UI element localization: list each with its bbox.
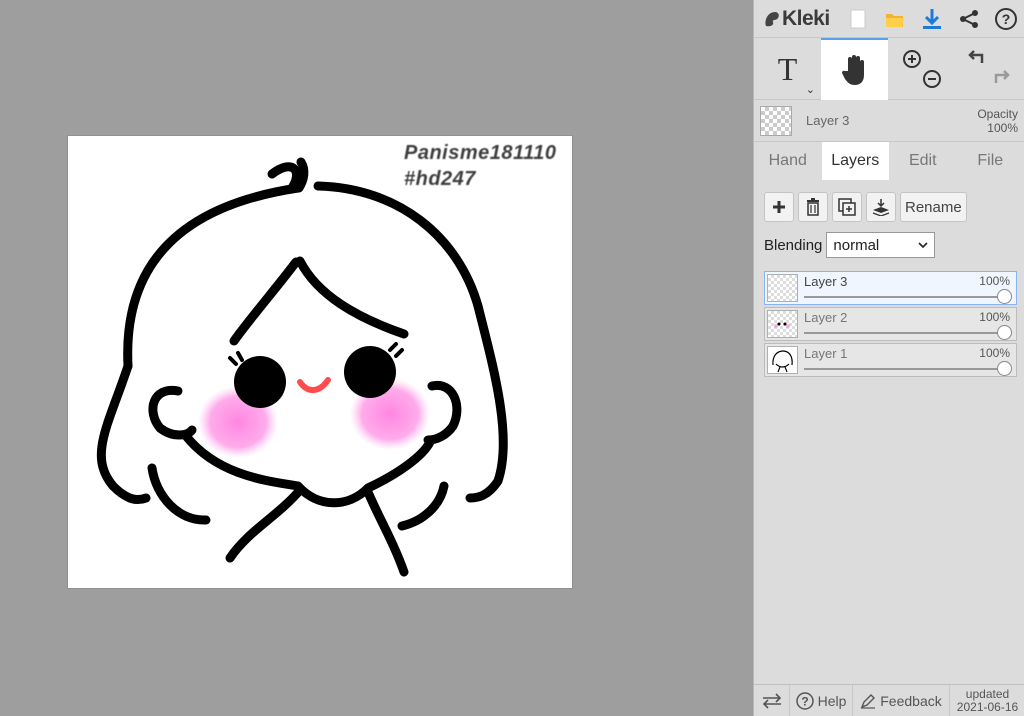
app-name: Kleki (782, 6, 830, 30)
share-icon[interactable] (950, 0, 987, 38)
chevron-down-icon[interactable]: ⌄ (806, 83, 815, 96)
layer-opacity-slider-handle[interactable] (997, 325, 1012, 340)
updated-date: 2021-06-16 (956, 699, 1019, 714)
zoom-in-icon[interactable] (902, 50, 921, 68)
current-layer-opacity: Opacity 100% (977, 107, 1018, 135)
bottom-bar: ? Help Feedback updated 2021-06-16 (754, 684, 1024, 716)
rename-layer-button[interactable]: Rename (900, 192, 967, 222)
help-button[interactable]: ? Help (790, 685, 853, 716)
opacity-label: Opacity (977, 106, 1018, 121)
blending-row: Blending normal (764, 232, 1018, 258)
layer-opacity-slider-track[interactable] (804, 368, 1008, 370)
layer-row-layer-1[interactable]: Layer 1 100% (764, 343, 1017, 377)
swap-arrows-icon (762, 692, 781, 709)
add-layer-button[interactable] (764, 192, 794, 222)
delete-layer-button[interactable] (798, 192, 828, 222)
layer-name: Layer 1 (804, 346, 848, 361)
layer-row-layer-2[interactable]: Layer 2 100% (764, 307, 1017, 341)
chevron-down-icon (918, 241, 928, 248)
layer-name: Layer 2 (804, 310, 848, 325)
top-toolbar: Kleki ? (754, 0, 1024, 38)
layer-1-thumbnail (767, 346, 798, 374)
duplicate-icon (838, 198, 856, 216)
tab-layers[interactable]: Layers (821, 142, 889, 180)
layer-opacity-slider-handle[interactable] (997, 361, 1012, 376)
text-tool-icon: T (777, 50, 798, 87)
blending-label: Blending (764, 236, 823, 254)
merge-down-button[interactable] (866, 192, 896, 222)
layer-opacity: 100% (979, 274, 1010, 288)
help-label: Help (817, 692, 847, 709)
help-circle-icon: ? (795, 691, 814, 710)
plus-icon (773, 201, 785, 213)
pencil-note-icon (860, 693, 876, 709)
merge-layers-icon (872, 199, 890, 216)
help-icon[interactable]: ? (987, 0, 1024, 38)
drawing-canvas[interactable]: Panisme181110 #hd247 (68, 136, 572, 588)
layer-row-layer-3[interactable]: Layer 3 100% (764, 271, 1017, 305)
tab-file[interactable]: File (957, 142, 1024, 180)
watermark-line-1: Panisme181110 (404, 142, 557, 164)
hand-icon (841, 55, 864, 85)
layers-pane: Rename Blending normal Layer 3 100% Laye… (754, 180, 1024, 686)
undo-icon[interactable] (967, 50, 983, 63)
zoom-out-icon[interactable] (922, 70, 941, 88)
zoom-tools (888, 38, 955, 100)
updated-info[interactable]: updated 2021-06-16 (950, 685, 1024, 716)
blending-value: normal (833, 236, 880, 254)
layer-actions: Rename (764, 192, 1018, 222)
duplicate-layer-button[interactable] (832, 192, 862, 222)
blending-select[interactable]: normal (826, 232, 936, 258)
swap-side-button[interactable] (754, 685, 790, 716)
feedback-label: Feedback (880, 692, 942, 709)
text-tool[interactable]: T ⌄ (754, 38, 821, 100)
current-layer-info: Layer 3 Opacity 100% (754, 100, 1024, 142)
undo-redo-tools (955, 38, 1022, 100)
layer-name: Layer 3 (804, 274, 848, 289)
hand-tool[interactable] (821, 38, 888, 100)
current-layer-name: Layer 3 (806, 113, 850, 128)
new-file-icon[interactable] (840, 0, 877, 38)
current-layer-thumbnail (760, 105, 792, 136)
redo-icon[interactable] (994, 70, 1010, 83)
watermark-line-2: #hd247 (404, 168, 476, 190)
layer-2-thumbnail (767, 310, 798, 338)
opacity-value: 100% (987, 120, 1018, 135)
kleki-logo[interactable]: Kleki (754, 7, 840, 31)
tool-row: T ⌄ (754, 38, 1024, 100)
download-icon[interactable] (913, 0, 950, 38)
updated-label: updated (965, 686, 1010, 701)
svg-text:?: ? (1001, 11, 1010, 27)
panel-tabs: Hand Layers Edit File (754, 142, 1024, 180)
tab-hand[interactable]: Hand (754, 142, 822, 180)
layer-3-thumbnail (767, 274, 798, 302)
feedback-button[interactable]: Feedback (853, 685, 950, 716)
drawing-artwork (96, 157, 508, 577)
tab-edit[interactable]: Edit (889, 142, 957, 180)
layer-opacity-slider-handle[interactable] (997, 289, 1012, 304)
kleki-logo-icon (765, 11, 779, 26)
svg-text:?: ? (801, 694, 808, 708)
layer-opacity: 100% (979, 310, 1010, 324)
open-folder-icon[interactable] (877, 0, 914, 38)
layer-list: Layer 3 100% Layer 2 100% Layer 1 100% (764, 271, 1018, 377)
layer-opacity-slider-track[interactable] (804, 296, 1008, 298)
canvas-workspace[interactable]: Panisme181110 #hd247 (0, 0, 753, 716)
side-panel: Kleki ? T ⌄ Layer 3 Opacity 100% Hand La… (753, 0, 1024, 716)
trash-icon (807, 198, 819, 216)
layer-opacity: 100% (979, 346, 1010, 360)
layer-opacity-slider-track[interactable] (804, 332, 1008, 334)
